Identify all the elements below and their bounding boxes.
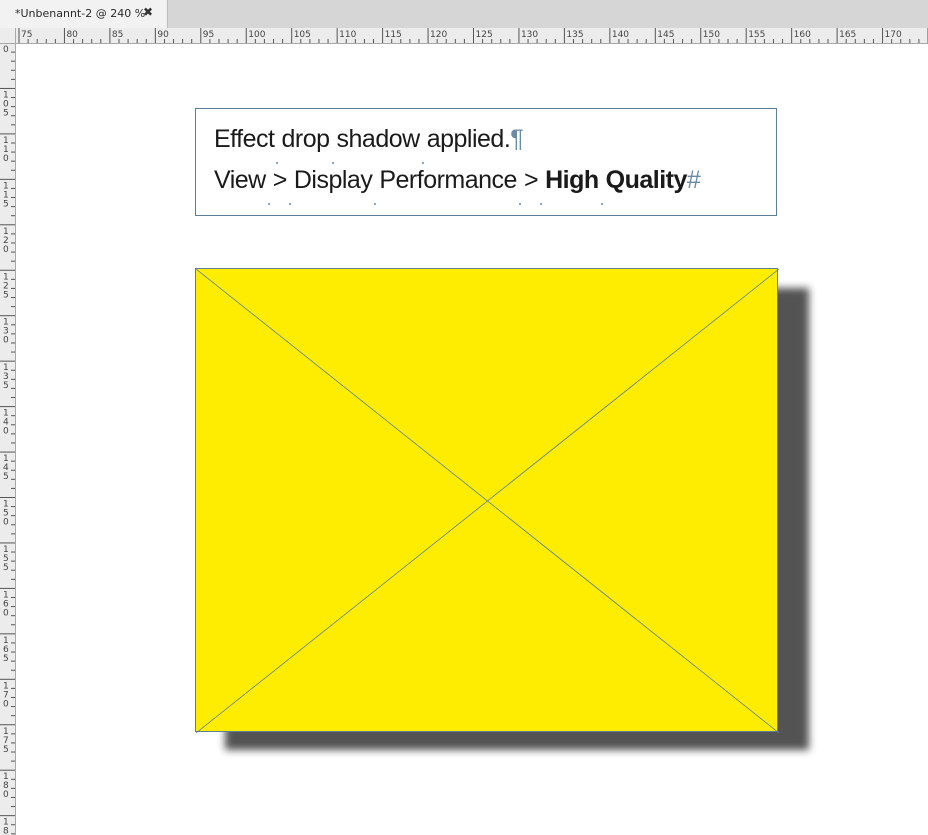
ruler-label: 165 [839,30,856,40]
word: > [272,166,288,194]
document-tab[interactable]: *Unbenannt-2 @ 240 % ✖ [0,0,168,28]
ruler-label: 75 [21,30,32,40]
ruler-label: 0 [3,336,9,346]
ruler-label: 80 [66,30,78,40]
pilcrow-mark: ¶ [510,125,524,153]
ruler-label: 90 [157,30,169,40]
ruler-label: 85 [112,30,123,40]
ruler-label: 110 [339,30,356,40]
ruler-label: 135 [566,30,583,40]
ruler-label: 130 [521,30,538,40]
text-line-2: View > Display Performance > High Quality# [214,166,701,205]
text-frame[interactable]: Effect drop shadow applied.¶ View > Display Pe… [195,108,777,216]
ruler-label: 100 [248,30,265,40]
word: shadow [336,125,421,153]
ruler-label: 5 [3,745,9,755]
ruler-label: 0 [3,608,9,618]
ruler-label: 0 [3,699,9,709]
word: > [523,166,539,194]
ruler-label: 145 [657,30,674,40]
ruler-label: 5 [3,472,9,482]
vertical-ruler[interactable]: 0105110115120125130135140145150155160165… [0,44,16,835]
ruler-label: 140 [612,30,629,40]
ruler-label: 170 [885,30,902,40]
word: applied. [426,125,511,153]
word: Performance [379,166,517,194]
ruler-label: 0 [3,427,9,437]
ruler-label: 5 [3,108,9,118]
ruler-label: 120 [430,30,447,40]
ruler-label: 0 [3,245,9,255]
end-of-story-mark: # [686,166,701,194]
ruler-label: 155 [748,30,765,40]
vertical-ruler-ticks: 0105110115120125130135140145150155160165… [0,45,15,835]
ruler-label: 8 [3,827,9,835]
document-tab-title: *Unbenannt-2 @ 240 % [15,7,146,20]
ruler-label: 5 [3,199,9,209]
word: Effect [214,125,275,153]
ruler-label: 125 [476,30,493,40]
empty-frame-cross-icon [196,269,779,733]
ruler-label: 160 [794,30,811,40]
graphic-frame[interactable] [195,268,779,733]
word: Display [293,166,373,194]
bold-word: High [545,166,599,194]
ruler-label: 0 [3,45,9,55]
ruler-label: 105 [294,30,311,40]
horizontal-ruler-ticks: 75 80 85 90 95 100 105 110 115 120 125 130 135 140 145… [18,28,928,43]
word: drop [281,125,330,153]
word: View [214,166,266,194]
horizontal-ruler[interactable]: 75 80 85 90 95 100 105 110 115 120 125 130 135 140 145… [16,28,928,44]
ruler-label: 5 [3,381,9,391]
ruler-label: 5 [3,563,9,573]
document-canvas[interactable]: Effect drop shadow applied.¶ View > Display Pe… [17,44,928,835]
ruler-label: 0 [3,518,9,528]
ruler-label: 95 [203,30,214,40]
ruler-label: 0 [3,790,9,800]
close-icon[interactable]: ✖ [143,5,153,19]
ruler-origin[interactable] [0,28,16,44]
text-line-1: Effect drop shadow applied.¶ [214,125,524,164]
ruler-label: 0 [3,154,9,164]
ruler-label: 115 [385,30,402,40]
document-tab-bar: *Unbenannt-2 @ 240 % ✖ [0,0,928,28]
bold-word: Quality [605,166,688,194]
ruler-label: 150 [703,30,720,40]
ruler-label: 5 [3,290,9,300]
ruler-label: 5 [3,654,9,664]
